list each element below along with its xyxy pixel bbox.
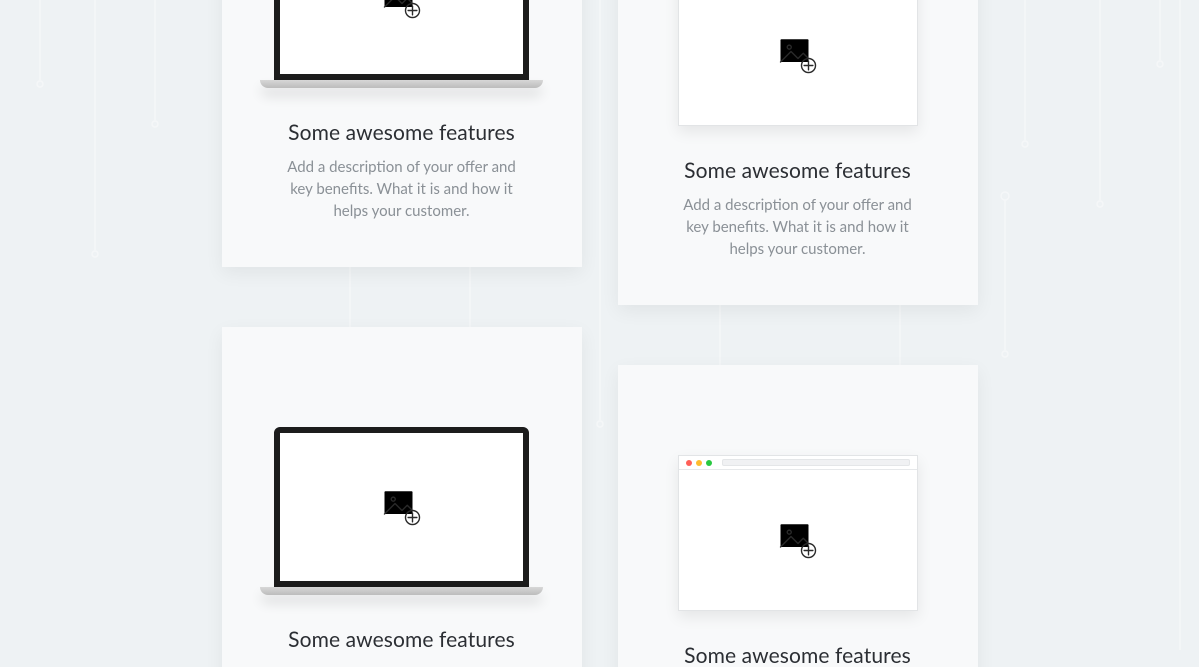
feature-card: Some awesome features Add a description … [222,0,582,267]
feature-description: Add a description of your offer and key … [277,157,527,222]
window-minimize-icon [696,460,702,466]
feature-title: Some awesome features [648,643,948,667]
features-grid: Some awesome features Add a description … [0,0,1199,667]
browser-mockup [678,455,918,611]
window-maximize-icon [706,460,712,466]
image-placeholder-icon [777,519,819,561]
feature-title: Some awesome features [252,120,552,145]
image-placeholder-icon [381,486,423,528]
feature-title: Some awesome features [252,627,552,652]
url-bar-icon [722,459,910,466]
image-placeholder-icon [777,34,819,76]
feature-description: Add a description of your offer and key … [673,195,923,260]
image-placeholder-icon [381,0,423,21]
window-close-icon [686,460,692,466]
laptop-mockup [274,427,529,595]
feature-card: Some awesome features Add a description … [618,0,978,305]
feature-title: Some awesome features [648,158,948,183]
laptop-mockup [274,0,529,88]
feature-card: Some awesome features Add a description … [222,327,582,667]
browser-mockup [678,0,918,126]
feature-card: Some awesome features Add a description … [618,365,978,667]
